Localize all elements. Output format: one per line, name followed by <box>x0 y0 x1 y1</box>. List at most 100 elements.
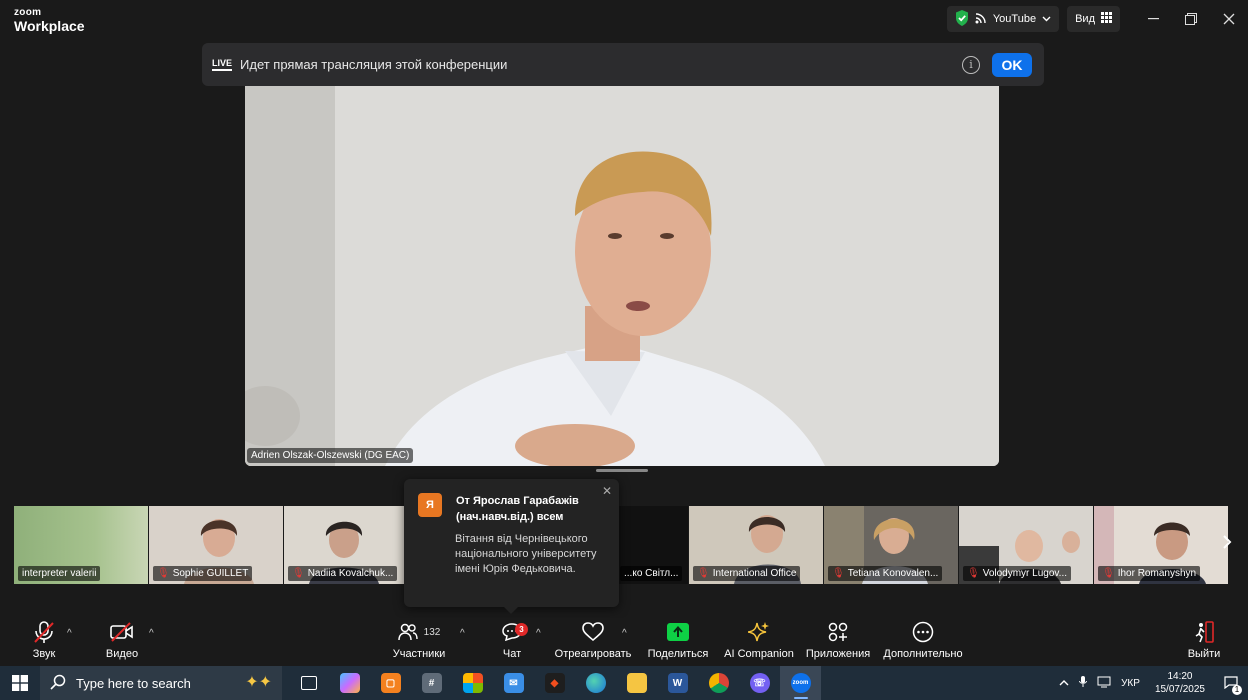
participants-count: 132 <box>423 626 441 638</box>
participant-name: Tetiana Konovalen... <box>847 568 939 579</box>
leave-label: Выйти <box>1187 648 1221 660</box>
info-icon[interactable]: i <box>962 55 980 74</box>
participants-button[interactable]: 132 Участники <box>392 618 446 666</box>
audio-options-caret[interactable]: ^ <box>67 628 72 639</box>
participant-name: Nadiia Kovalchuk... <box>307 568 394 579</box>
more-label: Дополнительно <box>883 648 963 660</box>
participant-name-tag: 🎙 Nadiia Kovalchuk... <box>288 566 398 581</box>
chevron-right-icon[interactable] <box>1222 534 1232 555</box>
zoom-taskbar-icon[interactable]: zoom <box>780 666 821 700</box>
language-indicator[interactable]: УКР <box>1121 678 1140 689</box>
close-icon[interactable]: ✕ <box>602 484 612 498</box>
chat-label: Чат <box>502 648 522 660</box>
participant-name-tag: 🎙 International Office <box>693 566 801 581</box>
viber-icon[interactable]: ☏ <box>739 666 780 700</box>
microphone-icon[interactable] <box>1079 675 1088 691</box>
minimize-button[interactable] <box>1134 0 1172 38</box>
notifications-icon[interactable]: 1 <box>1224 675 1242 695</box>
store-icon[interactable] <box>452 666 493 700</box>
participant-name-tag: 🎙 Ihor Romanyshyn <box>1098 566 1201 581</box>
main-speaker-video[interactable] <box>245 86 999 466</box>
search-icon <box>50 674 66 693</box>
react-button[interactable]: Отреагировать <box>555 618 631 666</box>
search-placeholder: Type here to search <box>76 675 191 691</box>
streaming-status-button[interactable]: YouTube <box>946 6 1060 32</box>
view-label: Вид <box>1075 13 1095 25</box>
participants-label: Участники <box>392 648 446 660</box>
participant-name-tag: interpreter valerii <box>18 566 101 581</box>
chevron-up-icon[interactable] <box>1059 678 1069 689</box>
participant-name: International Office <box>712 568 797 579</box>
title-bar-controls: YouTube Вид <box>946 0 1248 38</box>
leave-icon <box>1193 618 1215 646</box>
participant-tile[interactable]: 🎙 Tetiana Konovalen... <box>824 506 958 584</box>
zoom-logo: zoom Workplace <box>14 8 85 34</box>
mic-muted-icon: 🎙 <box>832 568 845 579</box>
copilot-icon[interactable] <box>329 666 370 700</box>
participant-name: Volodymyr Lugov... <box>982 568 1068 579</box>
participant-tile[interactable]: interpreter valerii <box>14 506 148 584</box>
chrome-icon[interactable] <box>698 666 739 700</box>
network-icon[interactable] <box>1097 676 1111 691</box>
resize-handle[interactable] <box>596 469 648 472</box>
mic-muted-icon: 🎙 <box>697 568 710 579</box>
clock-date: 15/07/2025 <box>1154 684 1205 695</box>
participant-tile[interactable]: 🎙 Ihor Romanyshyn <box>1094 506 1228 584</box>
mic-muted-icon: 🎙 <box>157 568 170 579</box>
chat-options-caret[interactable]: ^ <box>536 628 541 639</box>
share-screen-icon <box>667 618 689 646</box>
title-bar: zoom Workplace YouTube Вид <box>0 0 1248 38</box>
chat-notification-popup[interactable]: Я От Ярослав Гарабажів (нач.навч.від.) в… <box>404 479 619 614</box>
restore-button[interactable] <box>1172 0 1210 38</box>
video-button[interactable]: Видео <box>102 618 142 666</box>
react-options-caret[interactable]: ^ <box>622 628 627 639</box>
figma-icon[interactable]: ◆ <box>534 666 575 700</box>
sparkle-icon: ✦✦ <box>245 674 272 691</box>
more-button[interactable]: Дополнительно <box>883 618 963 666</box>
clock[interactable]: 14:20 15/07/2025 <box>1155 670 1205 696</box>
mail-icon[interactable]: ✉ <box>493 666 534 700</box>
participant-tile[interactable]: 🎙 Nadiia Kovalchuk... <box>284 506 418 584</box>
participant-name-tag: ...ко Світл... <box>620 566 683 581</box>
apps-icon <box>828 618 848 646</box>
participant-name: ...ко Світл... <box>624 568 679 579</box>
windows-taskbar: Type here to search ✦✦ ▢ # ✉ ◆ W ☏ zoom … <box>0 666 1248 700</box>
participants-icon: 132 <box>397 618 441 646</box>
live-banner-text: Идет прямая трансляция этой конференции <box>240 57 508 72</box>
participant-name: Sophie GUILLET <box>172 568 249 579</box>
taskbar-search[interactable]: Type here to search ✦✦ <box>40 666 282 700</box>
calculator-icon[interactable]: # <box>411 666 452 700</box>
chevron-down-icon <box>1042 13 1051 25</box>
ok-button[interactable]: OK <box>992 52 1032 77</box>
mic-muted-icon: 🎙 <box>1102 568 1115 579</box>
start-button[interactable] <box>0 666 40 700</box>
video-options-caret[interactable]: ^ <box>149 628 154 639</box>
apps-button[interactable]: Приложения <box>805 618 871 666</box>
live-stream-banner: LIVE Идет прямая трансляция этой конфере… <box>202 43 1044 86</box>
audio-button[interactable]: Звук <box>24 618 64 666</box>
chat-message: Вітання від Чернівецького національного … <box>455 533 597 575</box>
view-button[interactable]: Вид <box>1067 6 1120 32</box>
participants-options-caret[interactable]: ^ <box>460 628 465 639</box>
notification-count: 1 <box>1232 684 1242 695</box>
leave-button[interactable]: Выйти <box>1186 618 1222 666</box>
sender-avatar: Я <box>418 493 442 517</box>
orange-app-icon[interactable]: ▢ <box>370 666 411 700</box>
share-button[interactable]: Поделиться <box>647 618 709 666</box>
mic-muted-icon: 🎙 <box>292 568 305 579</box>
file-explorer-icon[interactable] <box>616 666 657 700</box>
video-off-icon <box>110 618 134 646</box>
audio-label: Звук <box>32 648 56 660</box>
word-icon[interactable]: W <box>657 666 698 700</box>
task-view-icon[interactable] <box>288 666 329 700</box>
ai-companion-button[interactable]: AI Companion <box>724 618 794 666</box>
close-window-button[interactable] <box>1210 0 1248 38</box>
participant-tile[interactable]: 🎙 Sophie GUILLET <box>149 506 283 584</box>
edge-icon[interactable] <box>575 666 616 700</box>
chat-sender: От Ярослав Гарабажів (нач.навч.від.) все… <box>456 495 579 523</box>
windows-logo-icon <box>12 675 28 691</box>
ai-companion-label: AI Companion <box>724 648 794 660</box>
participant-thumbnails: interpreter valerii 🎙 Sophie GUILLET 🎙 Nad… <box>14 506 1230 584</box>
participant-tile[interactable]: 🎙 Volodymyr Lugov... <box>959 506 1093 584</box>
participant-tile[interactable]: 🎙 International Office <box>689 506 823 584</box>
